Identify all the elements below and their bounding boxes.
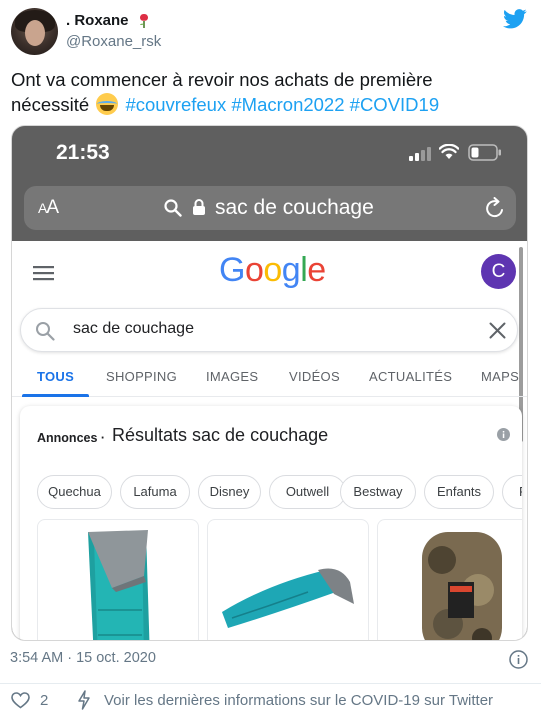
tab-maps[interactable]: MAPS <box>481 369 519 384</box>
tab-videos[interactable]: VIDÉOS <box>289 369 340 384</box>
filter-chip-bestway[interactable]: Bestway <box>340 475 416 509</box>
author-name[interactable]: . Roxane <box>66 12 129 29</box>
shopping-ads-card: Annonces · Résultats sac de couchage Que… <box>20 406 522 640</box>
avatar-face <box>25 20 45 46</box>
like-count: 2 <box>40 692 49 709</box>
product-image <box>88 530 150 640</box>
address-bar-url[interactable]: sac de couchage <box>215 196 374 220</box>
search-tabs: TOUS SHOPPING IMAGES VIDÉOS ACTUALITÉS M… <box>12 361 527 397</box>
product-card-sleeping-bag-1[interactable] <box>37 519 199 640</box>
wifi-icon <box>439 144 459 159</box>
google-results-page: Google C sac de couchage TOUS SHOPPING I… <box>12 241 527 640</box>
reader-aa-button[interactable]: AA <box>38 197 59 219</box>
hashtag-covid19[interactable]: #COVID19 <box>350 94 439 115</box>
tab-actualites[interactable]: ACTUALITÉS <box>369 369 452 384</box>
info-icon[interactable] <box>497 428 510 441</box>
filter-chip-lafuma[interactable]: Lafuma <box>120 475 190 509</box>
aa-large-label: A <box>46 197 59 218</box>
attached-screenshot[interactable]: 21:53 AA sac de couchage Google C sac de… <box>11 125 528 641</box>
product-image <box>222 568 354 628</box>
covid-info-link[interactable]: Voir les dernières informations sur le C… <box>104 692 493 709</box>
heart-icon[interactable] <box>11 692 30 709</box>
safari-address-bar[interactable]: AA sac de couchage <box>24 186 516 230</box>
lock-icon <box>193 199 205 215</box>
tears-of-joy-emoji-icon <box>96 93 119 115</box>
google-logo[interactable]: Google <box>219 251 326 290</box>
info-icon[interactable] <box>509 650 528 669</box>
google-search-box[interactable]: sac de couchage <box>20 308 518 352</box>
filter-chip-outwell[interactable]: Outwell <box>269 475 346 509</box>
ads-label: Annonces · <box>37 431 106 445</box>
hamburger-menu-icon[interactable] <box>33 265 54 281</box>
filter-chip-disney[interactable]: Disney <box>198 475 261 509</box>
logo-letter: o <box>244 251 264 289</box>
tweet-text-line2: nécessité <box>11 94 90 115</box>
logo-letter: e <box>307 251 326 289</box>
tweet-text-line1: Ont va commencer à revoir nos achats de … <box>11 69 433 90</box>
cellular-signal-icon <box>409 147 431 161</box>
author-avatar[interactable] <box>11 8 58 55</box>
tweet-text: Ont va commencer à revoir nos achats de … <box>11 67 531 117</box>
author-handle[interactable]: @Roxane_rsk <box>66 33 161 50</box>
tweet-timestamp[interactable]: 3:54 AM · 15 oct. 2020 <box>10 650 156 666</box>
product-card-sleeping-bag-3[interactable] <box>377 519 522 640</box>
filter-chip-partial[interactable]: Fe <box>502 475 522 509</box>
search-icon[interactable] <box>35 321 55 341</box>
logo-letter: G <box>219 251 245 289</box>
active-tab-indicator <box>22 394 89 397</box>
close-icon[interactable] <box>489 322 506 339</box>
status-bar-time: 21:53 <box>56 141 110 164</box>
ads-title: Résultats sac de couchage <box>112 425 329 445</box>
tab-shopping[interactable]: SHOPPING <box>106 369 177 384</box>
product-card-sleeping-bag-2[interactable] <box>207 519 369 640</box>
tab-tous[interactable]: TOUS <box>37 369 74 384</box>
search-input[interactable]: sac de couchage <box>73 320 194 338</box>
search-icon <box>164 199 182 217</box>
filter-chip-enfants[interactable]: Enfants <box>424 475 494 509</box>
hashtag-couvrefeux[interactable]: #couvrefeux <box>125 94 226 115</box>
divider <box>0 683 541 684</box>
battery-icon <box>468 144 501 161</box>
hashtag-macron2022[interactable]: #Macron2022 <box>231 94 344 115</box>
lightning-icon <box>78 690 90 710</box>
filter-chip-quechua[interactable]: Quechua <box>37 475 112 509</box>
logo-letter: g <box>281 251 301 289</box>
account-avatar[interactable]: C <box>481 254 516 289</box>
tab-images[interactable]: IMAGES <box>206 369 258 384</box>
twitter-bird-icon[interactable] <box>503 9 527 29</box>
logo-letter: o <box>263 251 282 289</box>
rose-icon <box>140 14 148 28</box>
reload-icon[interactable] <box>485 197 506 219</box>
tweet-card: . Roxane @Roxane_rsk Ont va commencer à … <box>0 0 541 724</box>
product-image <box>422 532 502 640</box>
